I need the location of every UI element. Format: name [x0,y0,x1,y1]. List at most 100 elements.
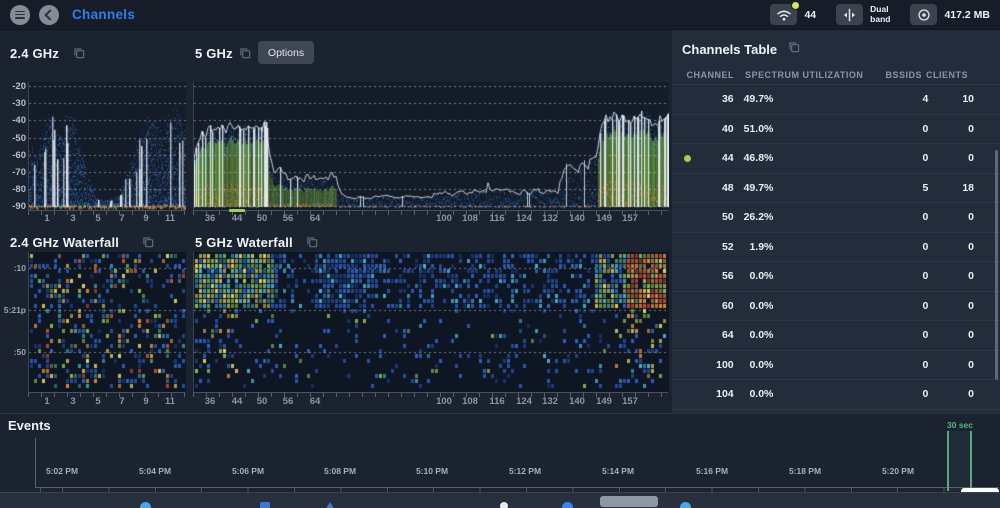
band-stat: Dualband [836,4,890,25]
cell-bssids: 0 [885,270,929,282]
cell-clients: 0 [928,359,974,371]
cell-clients: 0 [928,241,974,253]
data-usage-button[interactable] [910,4,937,25]
x-tick-label: 5 [95,213,100,224]
x-tick-label: 64 [310,213,321,224]
cell-channel: 36 [700,93,734,105]
x-tick-label: 7 [119,396,124,407]
y-tick-label: -80 [2,184,26,195]
x-tick-label: 3 [70,396,75,407]
time-tick-label: :10 [0,263,26,273]
cell-bssids: 0 [885,241,929,253]
cell-utilization: 49.7% [734,93,774,105]
copy-icon[interactable] [787,40,801,54]
copy-icon[interactable] [305,235,319,249]
cell-clients: 10 [928,93,974,105]
y-tick-label: -40 [2,115,26,126]
spectrum-24ghz-chart[interactable] [28,82,186,210]
table-row[interactable]: 64 0.0% 0 0 [672,320,1000,350]
waterfall-5ghz-chart[interactable] [193,252,669,392]
cell-channel: 48 [700,182,734,194]
copy-icon[interactable] [72,46,86,60]
x-tick-label: 9 [143,396,148,407]
cell-utilization: 0.0% [734,359,774,371]
wifi-channel-value: 44 [804,9,816,21]
cell-bssids: 5 [885,182,929,194]
x-axis-ticks [28,393,185,397]
cell-utilization: 51.0% [734,123,774,135]
cell-clients: 0 [928,152,974,164]
spectrum-5ghz-chart[interactable] [193,82,669,210]
event-marker-icon[interactable] [324,502,336,508]
cell-clients: 0 [928,270,974,282]
cell-channel: 40 [700,123,734,135]
x-tick-label: 124 [516,396,532,407]
channels-screen: Channels 44 [0,0,1000,508]
band-button[interactable] [836,4,863,25]
cell-bssids: 4 [885,93,929,105]
x-tick-label: 100 [436,213,452,224]
cell-bssids: 0 [885,359,929,371]
channels-table-panel: Channels Table CHANNEL SPECTRUM UTILIZAT… [672,30,1000,413]
table-row[interactable]: 36 49.7% 4 10 [672,84,1000,114]
x-tick-label: 132 [542,396,558,407]
x-tick-label: 50 [257,213,268,224]
event-marker-icon[interactable] [260,502,270,508]
menu-button[interactable] [10,5,30,25]
cell-utilization: 49.7% [734,182,774,194]
cell-utilization: 26.2% [734,211,774,223]
x-tick-label: 56 [283,213,294,224]
event-marker-icon[interactable] [500,502,508,508]
table-row[interactable]: 52 1.9% 0 0 [672,232,1000,262]
y-tick-label: -30 [2,98,26,109]
wifi-stat: 44 [770,4,816,25]
options-button[interactable]: Options [258,41,314,64]
cell-channel: 44 [700,152,734,164]
column-header-bssids[interactable]: BSSIDS [878,70,922,80]
wifi-button[interactable] [770,4,797,25]
cell-channel: 50 [700,211,734,223]
cell-clients: 0 [928,329,974,341]
x-tick-label: 116 [489,396,504,407]
cell-utilization: 0.0% [734,329,774,341]
capture-window[interactable] [947,431,972,491]
event-marker-icon[interactable] [562,502,573,508]
table-row[interactable]: 40 51.0% 0 0 [672,114,1000,144]
waterfall-24ghz-chart[interactable] [28,252,186,392]
cell-clients: 0 [928,123,974,135]
table-row[interactable]: 104 0.0% 0 0 [672,379,1000,409]
back-button[interactable] [39,5,59,25]
copy-icon[interactable] [238,46,252,60]
x-tick-label: 149 [596,213,612,224]
time-tick-label: :50 [0,347,26,357]
hamburger-icon [15,11,25,19]
cell-bssids: 0 [885,211,929,223]
x-tick-label: 3 [70,213,75,224]
copy-icon[interactable] [141,235,155,249]
table-row[interactable]: 50 26.2% 0 0 [672,202,1000,232]
x-tick-label: 132 [542,213,558,224]
column-header-utilization[interactable]: SPECTRUM UTILIZATION [734,70,878,80]
column-header-channel[interactable]: CHANNEL [684,70,734,80]
y-tick-label: -20 [2,81,26,92]
column-header-clients[interactable]: CLIENTS [922,70,968,80]
table-row[interactable]: 56 0.0% 0 0 [672,261,1000,291]
cell-clients: 0 [928,300,974,312]
x-tick-label: 44 [232,213,243,224]
x-tick-label: 157 [622,396,638,407]
table-row[interactable]: 100 0.0% 0 0 [672,350,1000,380]
horizontal-scrollbar-thumb[interactable] [600,496,658,507]
table-row[interactable]: 44 46.8% 0 0 [672,143,1000,173]
cell-bssids: 0 [885,388,929,400]
cell-utilization: 1.9% [734,241,774,253]
y-tick-label: -90 [2,201,26,212]
time-label: 5:20 PM [882,466,914,476]
back-chevron-icon [44,9,55,20]
table-row[interactable]: 48 49.7% 5 18 [672,173,1000,203]
event-marker-icon[interactable] [680,502,691,508]
band-value: Dualband [870,5,890,24]
table-row[interactable]: 60 0.0% 0 0 [672,291,1000,321]
event-marker-icon[interactable] [140,502,151,508]
x-tick-label: 116 [489,213,504,224]
table-scrollbar[interactable] [995,150,998,380]
